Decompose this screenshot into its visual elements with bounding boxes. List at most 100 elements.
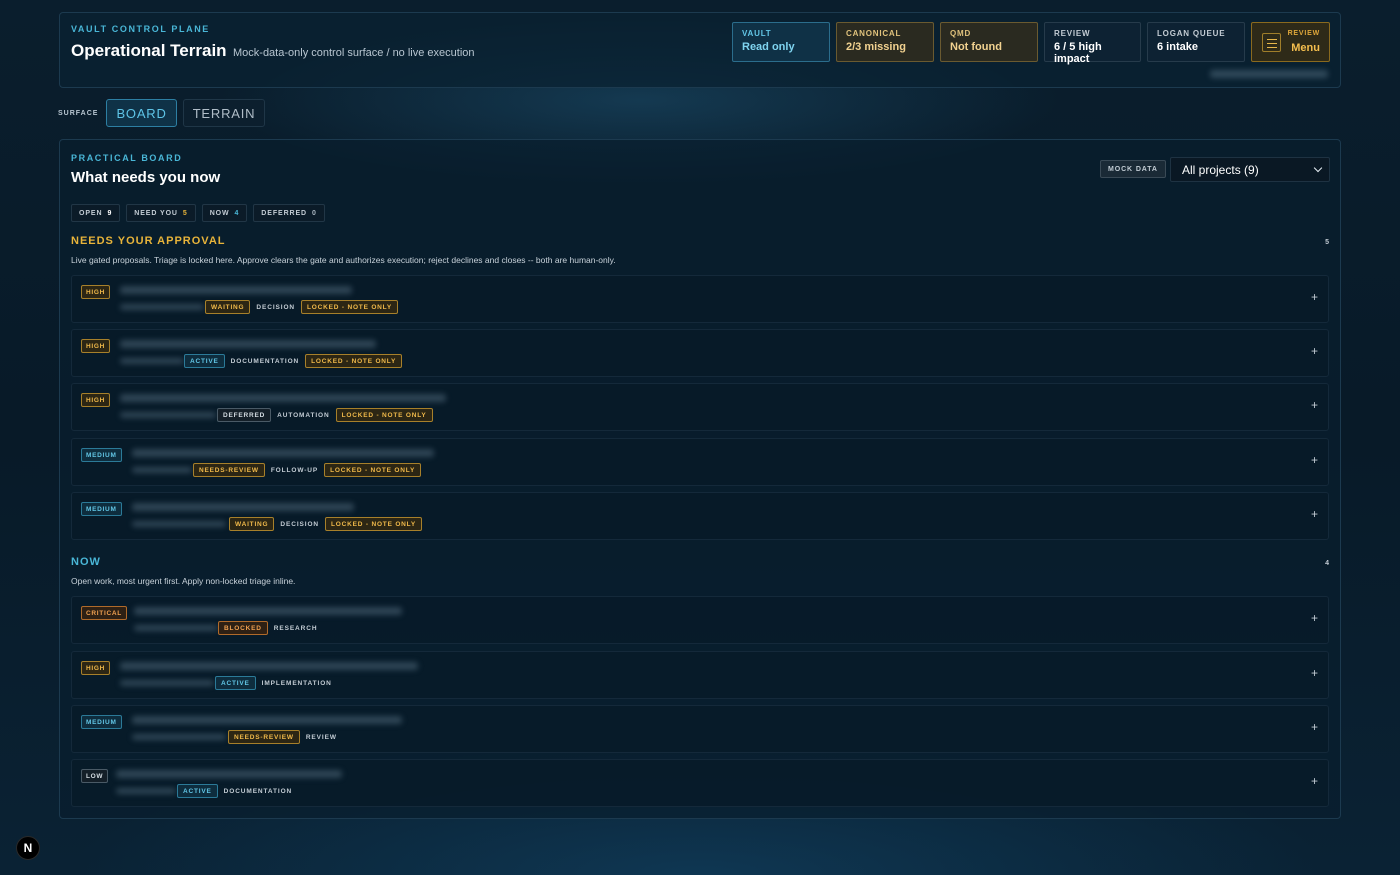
priority-badge: HIGH <box>81 339 111 353</box>
category-label: DOCUMENTATION <box>230 357 300 365</box>
lock-badge: LOCKED - NOTE ONLY <box>305 354 403 368</box>
redacted-title <box>120 340 376 348</box>
priority-badge: HIGH <box>81 393 111 407</box>
status-badge: BLOCKED <box>218 621 268 635</box>
card-tags: NEEDS-REVIEW FOLLOW-UP LOCKED - NOTE ONL… <box>193 463 422 477</box>
card-tags: WAITING DECISION LOCKED - NOTE ONLY <box>205 300 398 314</box>
card-tags: DEFERRED AUTOMATION LOCKED - NOTE ONLY <box>217 408 433 422</box>
surface-label: SURFACE <box>58 109 99 117</box>
count-open-label: OPEN <box>79 209 103 217</box>
card-tags: WAITING DECISION LOCKED - NOTE ONLY <box>229 517 422 531</box>
expand-icon[interactable]: + <box>1311 398 1318 412</box>
redacted-meta <box>120 680 214 686</box>
tab-board[interactable]: BOARD <box>106 99 177 127</box>
approval-card[interactable]: MEDIUM WAITING DECISION LOCKED - NOTE ON… <box>71 492 1329 540</box>
count-need-you[interactable]: NEED YOU 5 <box>126 204 196 222</box>
stat-qmd-label: QMD <box>950 29 972 38</box>
stat-canonical[interactable]: CANONICAL 2/3 missing <box>836 22 934 62</box>
card-tags: ACTIVE DOCUMENTATION LOCKED - NOTE ONLY <box>184 354 403 368</box>
card-tags: ACTIVE IMPLEMENTATION <box>215 676 333 690</box>
mock-data-badge: MOCK DATA <box>1100 160 1166 178</box>
status-badge: NEEDS-REVIEW <box>228 730 300 744</box>
stat-logan-queue[interactable]: LOGAN QUEUE 6 intake <box>1147 22 1245 62</box>
tab-terrain[interactable]: TERRAIN <box>182 99 266 127</box>
status-badge: WAITING <box>205 300 251 314</box>
expand-icon[interactable]: + <box>1311 344 1318 358</box>
stat-review-value: 6 / 5 high impact <box>1054 41 1102 65</box>
now-card[interactable]: LOW ACTIVE DOCUMENTATION + <box>71 759 1329 807</box>
project-select-value: All projects (9) <box>1182 162 1259 177</box>
section-count-now: 4 <box>1325 560 1329 567</box>
expand-icon[interactable]: + <box>1311 774 1318 788</box>
expand-icon[interactable]: + <box>1311 507 1318 521</box>
stat-logan-queue-label: LOGAN QUEUE <box>1157 29 1226 38</box>
approval-card[interactable]: HIGH DEFERRED AUTOMATION LOCKED - NOTE O… <box>71 383 1329 431</box>
stat-qmd[interactable]: QMD Not found <box>940 22 1038 62</box>
section-title-approval: NEEDS YOUR APPROVAL <box>71 235 226 247</box>
stat-review[interactable]: REVIEW 6 / 5 high impact <box>1044 22 1141 65</box>
category-label: REVIEW <box>305 733 337 741</box>
expand-icon[interactable]: + <box>1311 453 1318 467</box>
section-desc-now: Open work, most urgent first. Apply non-… <box>71 576 296 586</box>
priority-badge: HIGH <box>81 285 111 299</box>
category-label: DECISION <box>280 520 320 528</box>
priority-badge: MEDIUM <box>81 715 122 729</box>
redacted-title <box>132 503 354 511</box>
review-menu-label: REVIEW <box>1287 30 1320 37</box>
redacted-meta <box>120 304 204 310</box>
category-label: DOCUMENTATION <box>223 787 293 795</box>
expand-icon[interactable]: + <box>1311 666 1318 680</box>
approval-card[interactable]: HIGH ACTIVE DOCUMENTATION LOCKED - NOTE … <box>71 329 1329 377</box>
redacted-meta <box>132 734 226 740</box>
redacted-meta <box>132 521 226 527</box>
n-logo-icon[interactable]: N <box>16 836 40 860</box>
category-label: AUTOMATION <box>277 411 330 419</box>
count-pills: OPEN 9 NEED YOU 5 NOW 4 DEFERRED 0 <box>71 204 325 222</box>
lock-badge: LOCKED - NOTE ONLY <box>335 408 433 422</box>
expand-icon[interactable]: + <box>1311 290 1318 304</box>
approval-card[interactable]: MEDIUM NEEDS-REVIEW FOLLOW-UP LOCKED - N… <box>71 438 1329 486</box>
redacted-title <box>116 770 342 778</box>
review-menu-value: Menu <box>1291 42 1320 54</box>
priority-badge: MEDIUM <box>81 448 122 462</box>
now-card[interactable]: MEDIUM NEEDS-REVIEW REVIEW + <box>71 705 1329 753</box>
project-select[interactable]: All projects (9) <box>1170 157 1330 182</box>
stat-vault-label: VAULT <box>742 29 772 38</box>
stat-canonical-label: CANONICAL <box>846 29 902 38</box>
lock-badge: LOCKED - NOTE ONLY <box>301 300 398 314</box>
expand-icon[interactable]: + <box>1311 720 1318 734</box>
status-badge: WAITING <box>229 517 275 531</box>
priority-badge: LOW <box>81 769 109 783</box>
review-menu-button[interactable]: REVIEW Menu <box>1251 22 1330 62</box>
count-open[interactable]: OPEN 9 <box>71 204 121 222</box>
board-title: What needs you now <box>71 169 221 186</box>
redacted-meta <box>134 625 218 631</box>
redacted-title <box>120 286 352 294</box>
page-title: Operational Terrain <box>71 41 227 60</box>
redacted-title <box>120 394 446 402</box>
redacted-title <box>132 716 402 724</box>
status-badge: DEFERRED <box>217 408 272 422</box>
stat-logan-queue-value: 6 intake <box>1157 41 1198 53</box>
section-desc-approval: Live gated proposals. Triage is locked h… <box>71 255 616 265</box>
count-now[interactable]: NOW 4 <box>201 204 248 222</box>
expand-icon[interactable]: + <box>1311 611 1318 625</box>
count-deferred[interactable]: DEFERRED 0 <box>253 204 325 222</box>
count-need-you-value: 5 <box>182 209 188 217</box>
card-tags: ACTIVE DOCUMENTATION <box>177 784 293 798</box>
now-card[interactable]: CRITICAL BLOCKED RESEARCH + <box>71 596 1329 644</box>
status-badge: ACTIVE <box>215 676 256 690</box>
category-label: IMPLEMENTATION <box>261 679 332 687</box>
stat-vault[interactable]: VAULT Read only <box>732 22 830 62</box>
redacted-text <box>1210 70 1328 78</box>
header-panel: VAULT CONTROL PLANE Operational Terrain … <box>59 12 1341 88</box>
status-badge: NEEDS-REVIEW <box>193 463 265 477</box>
surface-switcher: SURFACE BOARD TERRAIN <box>58 99 266 127</box>
count-deferred-label: DEFERRED <box>261 209 308 217</box>
chevron-down-icon <box>1313 163 1323 173</box>
card-tags: BLOCKED RESEARCH <box>218 621 318 635</box>
approval-card[interactable]: HIGH WAITING DECISION LOCKED - NOTE ONLY… <box>71 275 1329 323</box>
count-deferred-value: 0 <box>312 209 317 217</box>
redacted-meta <box>120 412 216 418</box>
now-card[interactable]: HIGH ACTIVE IMPLEMENTATION + <box>71 651 1329 699</box>
